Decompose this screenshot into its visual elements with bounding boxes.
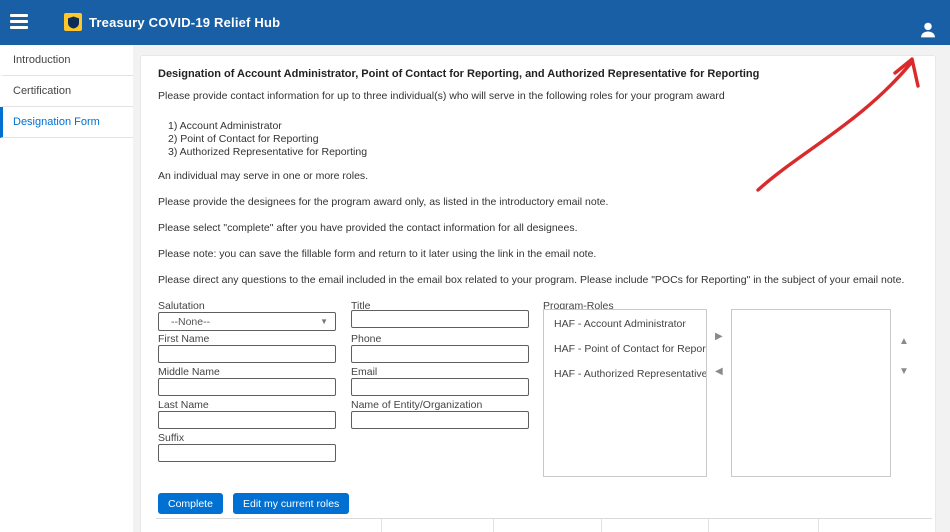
app-title: Treasury COVID-19 Relief Hub [89,15,280,30]
program-roles-selected-listbox[interactable] [731,309,891,477]
note-text: Please provide the designees for the pro… [158,196,918,208]
move-right-icon[interactable]: ▶ [715,332,723,342]
move-down-icon[interactable]: ▼ [899,367,909,377]
sidebar-item-designation-form[interactable]: Designation Form [0,107,133,138]
top-navigation-bar: Treasury COVID-19 Relief Hub [0,0,950,45]
last-name-label: Last Name [158,399,209,411]
middle-name-label: Middle Name [158,366,220,378]
cut-off-table [156,518,932,532]
role-list-item: 1) Account Administrator [168,120,282,132]
last-name-field[interactable] [158,411,336,429]
title-field[interactable] [351,310,529,328]
entity-name-label: Name of Entity/Organization [351,399,482,411]
user-avatar-icon[interactable] [919,21,937,39]
sidebar-item-certification[interactable]: Certification [0,76,133,107]
move-left-icon[interactable]: ◀ [715,367,723,377]
phone-label: Phone [351,333,381,345]
salutation-selected-value: --None-- [171,316,210,328]
complete-button[interactable]: Complete [158,493,223,514]
suffix-label: Suffix [158,432,184,444]
form-heading: Designation of Account Administrator, Po… [158,68,898,80]
move-up-icon[interactable]: ▲ [899,337,909,347]
first-name-label: First Name [158,333,209,345]
note-text: An individual may serve in one or more r… [158,170,918,182]
first-name-field[interactable] [158,345,336,363]
phone-field[interactable] [351,345,529,363]
email-field[interactable] [351,378,529,396]
treasury-logo-icon [64,13,82,31]
email-label: Email [351,366,377,378]
program-role-option[interactable]: HAF - Account Administrator [544,310,706,335]
edit-current-roles-button[interactable]: Edit my current roles [233,493,349,514]
sidebar-item-introduction[interactable]: Introduction [0,45,133,76]
program-role-option[interactable]: HAF - Point of Contact for Reporting [544,335,706,360]
role-list-item: 2) Point of Contact for Reporting [168,133,319,145]
role-list-item: 3) Authorized Representative for Reporti… [168,146,367,158]
program-role-option[interactable]: HAF - Authorized Representative fo... [544,360,706,385]
app-window: Treasury COVID-19 Relief Hub Introductio… [0,0,950,532]
salutation-select[interactable]: --None-- ▼ [158,312,336,331]
note-text: Please direct any questions to the email… [158,274,918,286]
program-roles-available-listbox: HAF - Account Administrator HAF - Point … [543,309,707,477]
note-text: Please note: you can save the fillable f… [158,248,918,260]
middle-name-field[interactable] [158,378,336,396]
salutation-label: Salutation [158,300,205,312]
sidebar-nav: Introduction Certification Designation F… [0,45,133,532]
suffix-field[interactable] [158,444,336,462]
menu-icon[interactable] [10,14,30,31]
form-intro: Please provide contact information for u… [158,90,918,102]
entity-name-field[interactable] [351,411,529,429]
designation-form-panel: Designation of Account Administrator, Po… [140,55,936,532]
chevron-down-icon: ▼ [320,317,328,326]
note-text: Please select "complete" after you have … [158,222,918,234]
